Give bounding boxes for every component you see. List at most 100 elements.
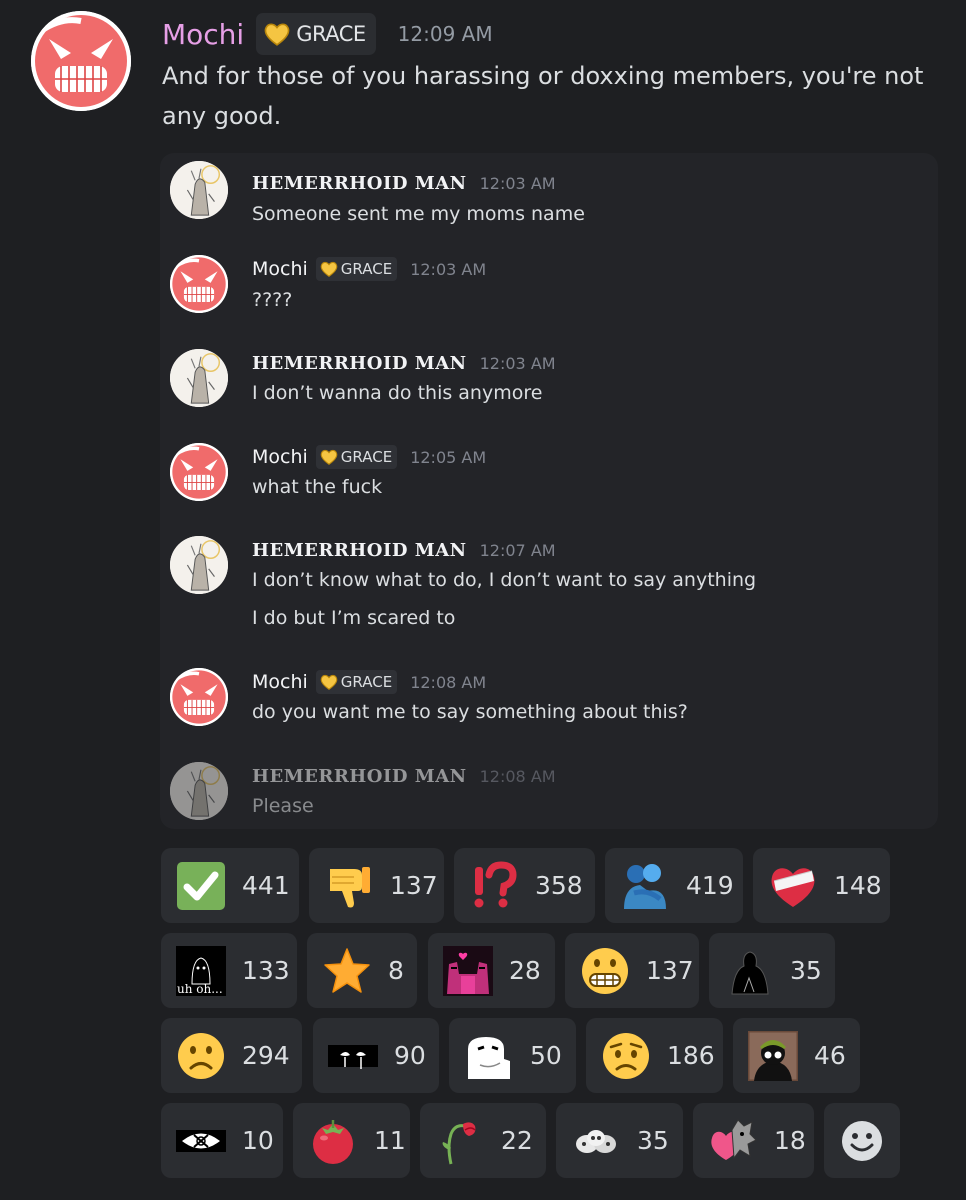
reaction-count: 18 [774, 1126, 806, 1155]
add-reaction-icon [837, 1116, 887, 1166]
message-text: And for those of you harassing or doxxin… [162, 62, 924, 130]
reaction-crying-eyes[interactable]: 90 [313, 1018, 439, 1093]
reaction-thumbs-down[interactable]: 137 [309, 848, 444, 923]
embedded-author: Mochi [252, 258, 308, 280]
worried-face-icon [601, 1031, 651, 1081]
reaction-count: 186 [667, 1041, 715, 1070]
role-label: GRACE [340, 448, 393, 466]
reaction-mending-heart[interactable]: 148 [753, 848, 890, 923]
reaction-pink-figures[interactable]: 28 [428, 933, 555, 1008]
message-timestamp[interactable]: 12:09 AM [398, 22, 493, 46]
reaction-heart-creature[interactable]: 18 [693, 1103, 814, 1178]
reaction-wilted-flower[interactable]: 22 [420, 1103, 546, 1178]
shadow-figure-custom-emoji-icon [724, 946, 774, 996]
people-hugging-icon [620, 861, 670, 911]
avatar [170, 536, 228, 594]
reaction-star[interactable]: 8 [307, 933, 417, 1008]
star-icon [322, 946, 372, 996]
embedded-time: 12:08 AM [479, 766, 556, 786]
role-badge: GRACE [315, 445, 398, 469]
reaction-skull-pile[interactable]: 35 [556, 1103, 683, 1178]
reaction-count: 11 [374, 1126, 406, 1155]
reaction-count: 50 [530, 1041, 562, 1070]
embedded-text: I don’t know what to do, I don’t want to… [252, 569, 757, 591]
embedded-text: I don’t wanna do this anymore [252, 382, 543, 404]
reaction-count: 137 [646, 956, 694, 985]
reaction-green-hair-figure[interactable]: 46 [733, 1018, 860, 1093]
reaction-frowning[interactable]: 294 [161, 1018, 302, 1093]
embedded-author: HEMERRHOID MAN [252, 172, 467, 194]
reaction-count: 28 [509, 956, 541, 985]
embedded-time: 12:03 AM [410, 259, 487, 279]
role-label: GRACE [340, 673, 393, 691]
reaction-count: 8 [388, 956, 404, 985]
pink-figures-custom-emoji-icon [443, 945, 493, 996]
reaction-count: 133 [242, 956, 290, 985]
screenshot-embed[interactable]: HEMERRHOID MAN 12:03 AM Someone sent me … [160, 153, 938, 829]
embedded-time: 12:07 AM [479, 540, 556, 560]
embedded-time: 12:08 AM [410, 672, 487, 692]
embedded-time: 12:03 AM [479, 353, 556, 373]
reaction-count: 22 [501, 1126, 533, 1155]
embedded-author: Mochi [252, 446, 308, 468]
avatar [170, 255, 228, 313]
eye-custom-emoji-icon [176, 1116, 226, 1166]
embedded-text: Someone sent me my moms name [252, 203, 585, 225]
add-reaction-button[interactable] [824, 1103, 900, 1178]
uh-oh-caption: uh oh... [177, 982, 223, 996]
white-ghost-custom-emoji-icon [464, 1031, 514, 1081]
reaction-count: 358 [535, 871, 583, 900]
interrobang-icon [469, 860, 519, 911]
embedded-author: HEMERRHOID MAN [252, 539, 467, 561]
gold-heart-icon [320, 674, 338, 690]
reaction-count: 46 [814, 1041, 846, 1070]
reaction-count: 419 [686, 871, 734, 900]
check-mark-icon [176, 861, 226, 911]
embedded-author: Mochi [252, 671, 308, 693]
role-badge[interactable]: GRACE [256, 13, 376, 55]
embedded-author: HEMERRHOID MAN [252, 765, 467, 787]
embedded-author: HEMERRHOID MAN [252, 352, 467, 374]
reaction-uh-oh[interactable]: uh oh... 133 [161, 933, 297, 1008]
reaction-count: 441 [242, 871, 290, 900]
embedded-text: Please [252, 795, 314, 817]
reaction-people-hugging[interactable]: 419 [605, 848, 743, 923]
embedded-text: do you want me to say something about th… [252, 701, 688, 723]
role-badge: GRACE [315, 670, 398, 694]
author-name[interactable]: Mochi [162, 18, 244, 51]
role-label: GRACE [340, 260, 393, 278]
message: Mochi GRACE 12:09 AM And for those of yo… [0, 0, 966, 1200]
reaction-count: 137 [390, 871, 438, 900]
uh-oh-custom-emoji-icon: uh oh... [176, 945, 226, 996]
embedded-text: what the fuck [252, 476, 383, 498]
reaction-interrobang[interactable]: 358 [454, 848, 595, 923]
avatar [170, 443, 228, 501]
gold-heart-icon [264, 22, 290, 46]
reaction-count: 10 [242, 1126, 274, 1155]
avatar [170, 349, 228, 407]
reaction-count: 90 [394, 1041, 426, 1070]
frowning-face-icon [176, 1031, 226, 1081]
reaction-check-mark[interactable]: 441 [161, 848, 299, 923]
green-hair-figure-custom-emoji-icon [748, 1030, 798, 1081]
skull-pile-custom-emoji-icon [571, 1116, 621, 1166]
gold-heart-icon [320, 449, 338, 465]
reaction-count: 35 [790, 956, 822, 985]
avatar [170, 161, 228, 219]
gold-heart-icon [320, 261, 338, 277]
reaction-count: 148 [834, 871, 882, 900]
reaction-shadow-figure[interactable]: 35 [709, 933, 835, 1008]
crying-eyes-custom-emoji-icon [328, 1031, 378, 1081]
reaction-eye[interactable]: 10 [161, 1103, 283, 1178]
role-badge: GRACE [315, 257, 398, 281]
reaction-grimacing[interactable]: 137 [565, 933, 699, 1008]
reaction-tomato[interactable]: 11 [293, 1103, 410, 1178]
reaction-worried[interactable]: 186 [586, 1018, 723, 1093]
embedded-text: I do but I’m scared to [252, 607, 456, 629]
mending-heart-icon [768, 861, 818, 911]
message-header: Mochi GRACE 12:09 AM [162, 13, 493, 55]
reaction-white-ghost[interactable]: 50 [449, 1018, 576, 1093]
avatar [170, 762, 228, 820]
author-avatar[interactable] [31, 11, 131, 111]
tomato-icon [308, 1116, 358, 1166]
